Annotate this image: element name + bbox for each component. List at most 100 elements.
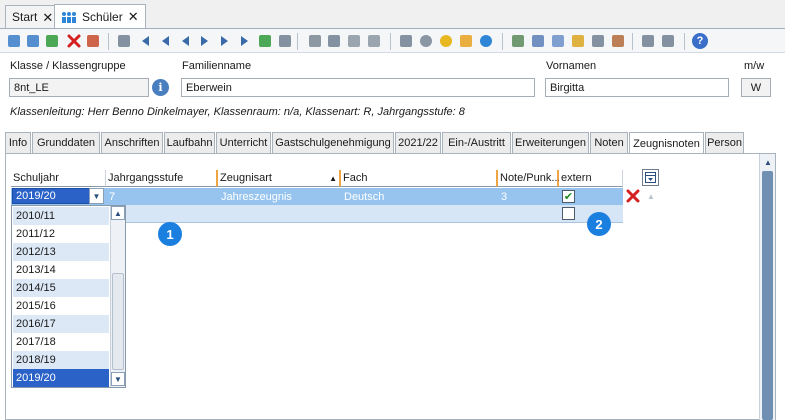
grid-scroll-up-icon[interactable]: ▲ <box>645 190 657 202</box>
klasse-field[interactable]: 8nt_LE <box>9 78 149 97</box>
paste-icon[interactable] <box>366 33 382 49</box>
save-icon[interactable] <box>25 33 41 49</box>
help-icon[interactable]: ? <box>692 33 708 49</box>
tab-unterricht[interactable]: Unterricht <box>216 132 271 154</box>
document-tab-bar: Start ✕ Schüler ✕ <box>0 0 785 28</box>
dropdown-option[interactable]: 2012/13 <box>13 243 109 261</box>
dropdown-option[interactable]: 2011/12 <box>13 225 109 243</box>
next-icon[interactable] <box>197 33 213 49</box>
bell-icon[interactable] <box>458 33 474 49</box>
tab-noten[interactable]: Noten <box>590 132 628 154</box>
delete-icon[interactable] <box>66 33 82 49</box>
dropdown-option[interactable]: 2015/16 <box>13 297 109 315</box>
gender-field[interactable]: W <box>741 78 771 97</box>
prev-icon[interactable] <box>177 33 193 49</box>
print-icon[interactable] <box>398 33 414 49</box>
scroll-up-icon[interactable]: ▲ <box>761 155 775 169</box>
vornamen-field[interactable]: Birgitta <box>545 78 729 97</box>
tab-anschriften[interactable]: Anschriften <box>101 132 163 154</box>
list-icon[interactable] <box>277 33 293 49</box>
copy-icon[interactable] <box>116 33 132 49</box>
dropdown-option[interactable]: 2016/17 <box>13 315 109 333</box>
undo-icon[interactable] <box>44 33 60 49</box>
new-icon[interactable] <box>6 33 22 49</box>
dropdown-scroll-down-icon[interactable]: ▼ <box>111 372 125 386</box>
callout-badge-1: 1 <box>158 222 182 246</box>
dropdown-scroll-up-icon[interactable]: ▲ <box>111 206 125 220</box>
tab-ein-austritt[interactable]: Ein-/Austritt <box>442 132 511 154</box>
dropdown-option[interactable]: 2010/11 <box>13 207 109 225</box>
toolbar-separator <box>632 33 633 50</box>
cell-note[interactable]: 3 <box>498 188 559 205</box>
red-x-icon <box>626 189 640 203</box>
callout-badge-2: 2 <box>587 212 611 236</box>
toolbar-separator <box>297 33 298 50</box>
extern-checkbox-checked[interactable]: ✔ <box>562 190 575 203</box>
toolbar-separator <box>502 33 503 50</box>
dropdown-scrollbar[interactable]: ▲ ▼ <box>110 206 125 387</box>
next-page-icon[interactable] <box>217 33 233 49</box>
info-icon[interactable]: i <box>152 79 169 96</box>
grid-settings-icon[interactable] <box>510 33 526 49</box>
vertical-scrollbar[interactable]: ▲ <box>759 154 775 420</box>
cut-icon[interactable] <box>326 33 342 49</box>
col-header-fach[interactable]: Fach <box>341 170 498 187</box>
doc-tab-schueler[interactable]: Schüler ✕ <box>54 4 146 28</box>
cell-fach[interactable]: Deutsch <box>341 188 498 205</box>
last-icon[interactable] <box>237 33 253 49</box>
clock-icon[interactable] <box>478 33 494 49</box>
id-card-icon[interactable] <box>610 33 626 49</box>
cell-zeugnisart[interactable]: Jahreszeugnis <box>218 188 341 205</box>
delete-row-icon[interactable] <box>624 188 642 204</box>
tab-erweiterungen[interactable]: Erweiterungen <box>512 132 589 154</box>
eraser2-icon[interactable] <box>660 33 676 49</box>
dropdown-option[interactable]: 2014/15 <box>13 279 109 297</box>
dropdown-option[interactable]: 2018/19 <box>13 351 109 369</box>
col-header-schuljahr[interactable]: Schuljahr <box>11 170 106 187</box>
checkbox-box <box>562 207 575 220</box>
stop-icon[interactable] <box>590 33 606 49</box>
folder-icon[interactable] <box>570 33 586 49</box>
prev-page-icon[interactable] <box>157 33 173 49</box>
toolbar-separator <box>390 33 391 50</box>
tab-2021-22[interactable]: 2021/22 <box>395 132 441 154</box>
doc-tab-start[interactable]: Start ✕ <box>5 5 61 28</box>
first-icon[interactable] <box>137 33 153 49</box>
col-header-jahrgangsstufe[interactable]: Jahrgangsstufe <box>106 170 218 187</box>
tab-gastschulgenehmigung[interactable]: Gastschulgenehmigung <box>272 132 394 154</box>
tab-grunddaten[interactable]: Grunddaten <box>32 132 100 154</box>
doc-tab-start-label: Start <box>12 10 38 24</box>
tab-person[interactable]: Person <box>705 132 744 154</box>
close-record-icon[interactable] <box>85 33 101 49</box>
col-header-extern[interactable]: extern <box>559 170 623 187</box>
export-icon[interactable] <box>550 33 566 49</box>
dropdown-scroll-thumb[interactable] <box>112 273 124 370</box>
tab-zeugnisnoten[interactable]: Zeugnisnoten <box>629 132 704 155</box>
dropdown-option[interactable]: 2019/20 <box>13 369 109 387</box>
col-header-note[interactable]: Note/Punk... <box>498 170 561 187</box>
user-settings-icon[interactable] <box>530 33 546 49</box>
column-chooser-button[interactable] <box>642 169 659 186</box>
familienname-field[interactable]: Eberwein <box>181 78 535 97</box>
refresh-icon[interactable] <box>257 33 273 49</box>
check-icon: ✔ <box>562 190 575 203</box>
col-header-zeugnisart[interactable]: Zeugnisart ▲ <box>218 170 341 187</box>
copy-doc-icon[interactable] <box>346 33 362 49</box>
arrow-left-icon[interactable] <box>307 33 323 49</box>
schuljahr-dropdown-list[interactable]: ▲ ▼ 2010/11 2011/12 2012/13 2013/14 2014/15 2… <box>11 205 126 388</box>
tab-info[interactable]: Info <box>5 132 31 154</box>
toolbar-separator <box>684 33 685 50</box>
close-icon[interactable]: ✕ <box>128 10 139 23</box>
close-icon[interactable]: ✕ <box>42 11 53 24</box>
dropdown-option[interactable]: 2017/18 <box>13 333 109 351</box>
tab-laufbahn[interactable]: Laufbahn <box>164 132 215 154</box>
disc-icon[interactable] <box>418 33 434 49</box>
dropdown-option[interactable]: 2013/14 <box>13 261 109 279</box>
cell-jahrgangsstufe[interactable]: 7 <box>106 188 218 205</box>
extern-checkbox[interactable] <box>562 207 575 220</box>
scroll-thumb[interactable] <box>762 171 773 420</box>
chevron-down-icon[interactable]: ▼ <box>89 188 104 204</box>
mw-label: m/w <box>744 60 765 72</box>
eraser-icon[interactable] <box>640 33 656 49</box>
bulb-icon[interactable] <box>438 33 454 49</box>
